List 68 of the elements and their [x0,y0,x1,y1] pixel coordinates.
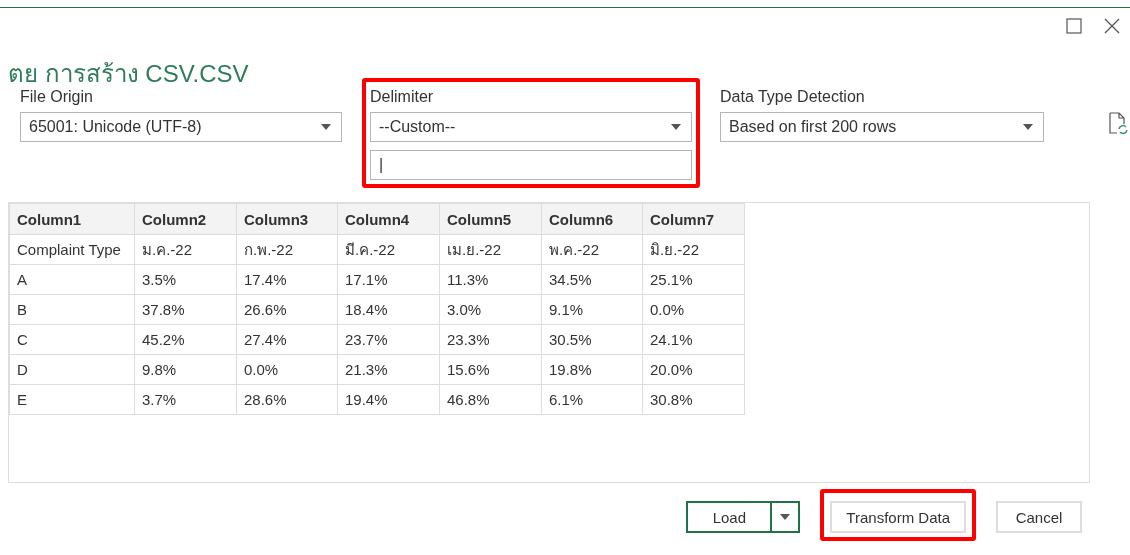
caret-icon [671,124,681,130]
table-cell: 3.5% [134,264,237,295]
table-cell: 30.8% [642,384,745,415]
table-cell: 21.3% [337,354,440,385]
column-header: Column2 [134,203,237,235]
table-cell: 9.8% [134,354,237,385]
table-cell: 15.6% [439,354,542,385]
caret-icon [780,514,791,520]
table-cell: 26.6% [236,294,338,325]
table-cell: 18.4% [337,294,440,325]
field-label: Delimiter [370,88,435,107]
table-cell: 23.7% [337,324,440,355]
table-cell: 30.5% [541,324,643,355]
dialog-button[interactable]: Transform Data [830,501,966,533]
column-header: Column6 [541,203,643,235]
window-title: ตย การสร้าง CSV.CSV [8,59,250,86]
table-cell: 37.8% [134,294,237,325]
column-header: Column4 [337,203,440,235]
table-cell: 0.0% [642,294,745,325]
dropdown[interactable]: --Custom-- [370,112,692,142]
table-cell: พ.ค.-22 [541,234,643,265]
caret-icon [321,124,331,130]
field-label: File Origin [20,88,94,107]
table-cell: E [9,384,135,415]
column-header: Column5 [439,203,542,235]
field-label: Data Type Detection [720,88,866,107]
table-cell: 17.4% [236,264,338,295]
table-cell: 45.2% [134,324,237,355]
table-cell: 6.1% [541,384,643,415]
refresh-file-icon[interactable] [1108,112,1130,136]
table-cell: 24.1% [642,324,745,355]
column-header: Column1 [9,203,135,235]
column-header: Column7 [642,203,745,235]
dialog-button[interactable]: Cancel [996,501,1082,533]
table-cell: ม.ค.-22 [134,234,237,265]
table-cell: D [9,354,135,385]
table-cell: 27.4% [236,324,338,355]
maximize-icon[interactable] [1066,18,1082,34]
table-cell: C [9,324,135,355]
dropdown[interactable]: Based on first 200 rows [720,112,1044,142]
caret-icon [1023,124,1033,130]
table-cell: 19.8% [541,354,643,385]
table-cell: มี.ค.-22 [337,234,440,265]
close-icon[interactable] [1104,18,1120,34]
table-cell: 25.1% [642,264,745,295]
table-cell: 23.3% [439,324,542,355]
table-cell: 9.1% [541,294,643,325]
dropdown[interactable]: 65001: Unicode (UTF-8) [20,112,342,142]
table-cell: B [9,294,135,325]
table-cell: 28.6% [236,384,338,415]
column-header: Column3 [236,203,338,235]
table-cell: 0.0% [236,354,338,385]
table-cell: 17.1% [337,264,440,295]
load-button[interactable]: Load [686,501,773,533]
table-cell: เม.ย.-22 [439,234,542,265]
table-cell: 3.7% [134,384,237,415]
table-cell: 20.0% [642,354,745,385]
table-cell: 3.0% [439,294,542,325]
table-cell: A [9,264,135,295]
load-options-button[interactable] [772,501,801,533]
input-field[interactable]: | [370,150,692,180]
table-cell: ก.พ.-22 [236,234,338,265]
table-cell: 34.5% [541,264,643,295]
table-cell: มิ.ย.-22 [642,234,745,265]
table-cell: Complaint Type [9,234,135,265]
table-cell: 19.4% [337,384,440,415]
table-cell: 46.8% [439,384,542,415]
table-cell: 11.3% [439,264,542,295]
